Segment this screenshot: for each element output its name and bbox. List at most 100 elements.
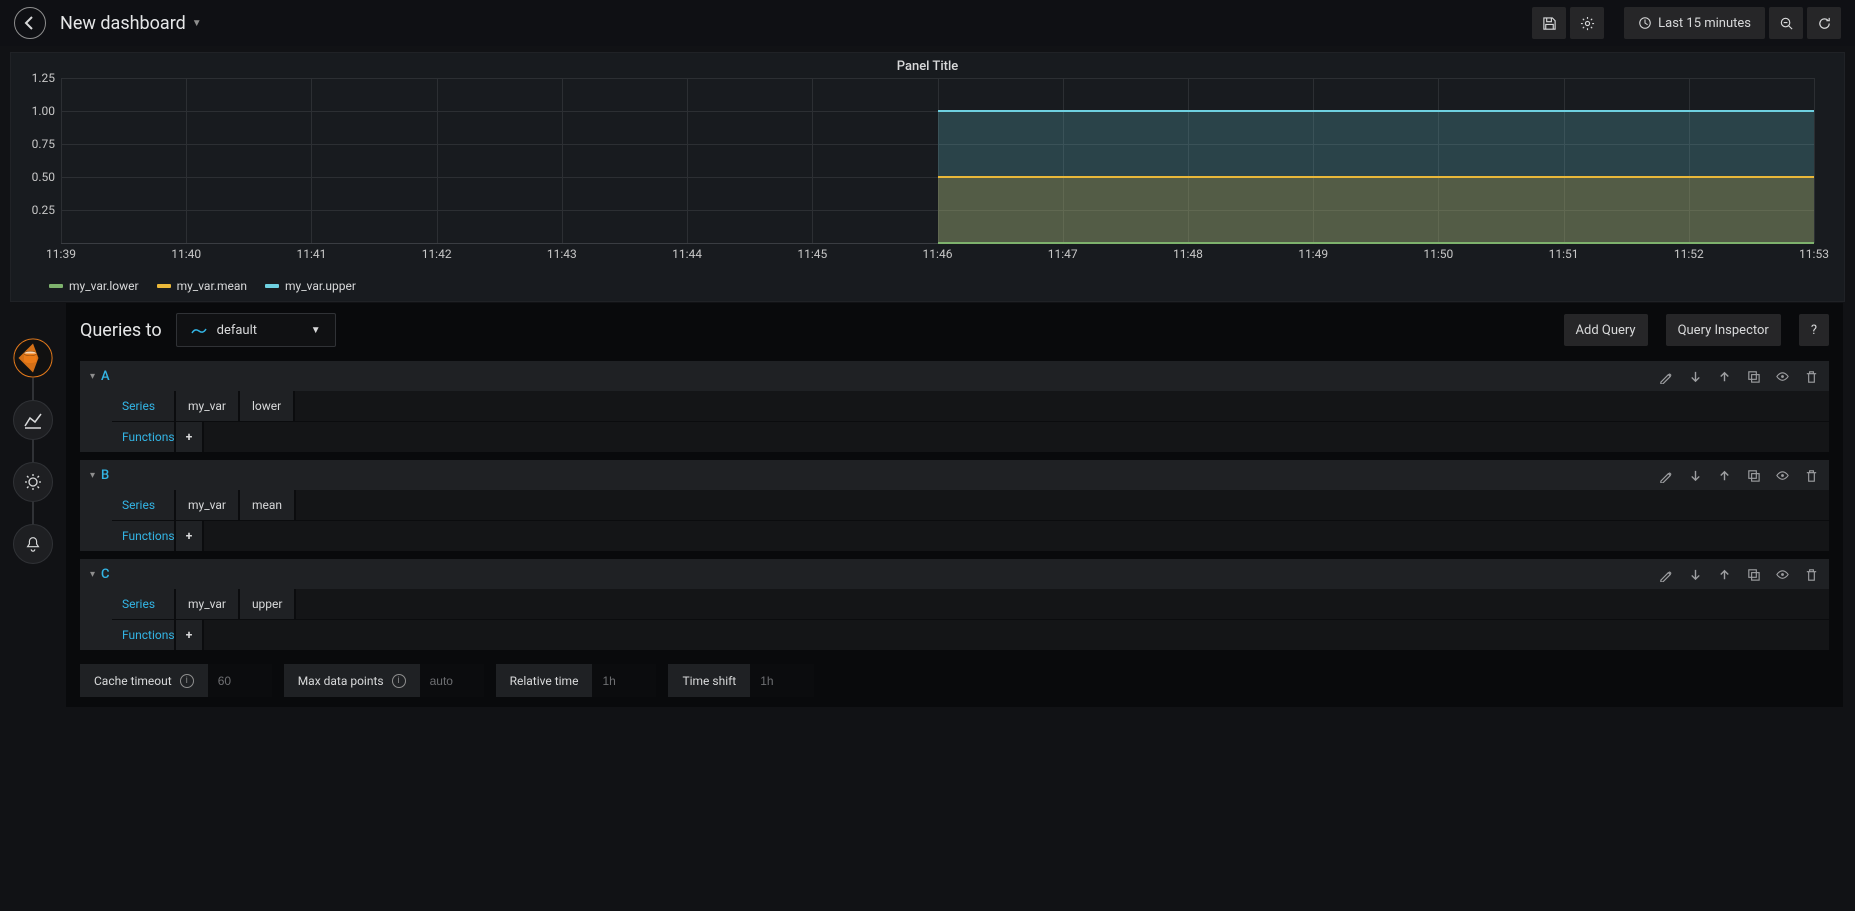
- tab-alert[interactable]: [13, 524, 53, 564]
- add-function-button[interactable]: +: [176, 521, 204, 551]
- remove-icon: [1804, 369, 1819, 384]
- series-segment[interactable]: upper: [240, 589, 297, 619]
- move-up-button[interactable]: [1717, 468, 1732, 483]
- x-axis-tick: 11:53: [1799, 243, 1829, 261]
- add-query-button[interactable]: Add Query: [1564, 314, 1648, 346]
- y-axis-tick: 0.50: [32, 170, 55, 184]
- y-axis-tick: 1.25: [32, 71, 55, 85]
- move-up-button[interactable]: [1717, 369, 1732, 384]
- editor-tabs: [8, 338, 58, 564]
- remove-button[interactable]: [1804, 369, 1819, 384]
- edit-button[interactable]: [1659, 567, 1674, 582]
- edit-icon: [1659, 567, 1674, 582]
- duplicate-button[interactable]: [1746, 369, 1761, 384]
- legend-swatch: [265, 284, 279, 288]
- query-help-button[interactable]: ?: [1799, 314, 1829, 346]
- datasource-picker[interactable]: default ▼: [176, 313, 336, 347]
- series-segment[interactable]: mean: [240, 490, 296, 520]
- time-range-picker[interactable]: Last 15 minutes: [1624, 7, 1765, 39]
- dashboard-title: New dashboard: [60, 13, 186, 34]
- remove-button[interactable]: [1804, 468, 1819, 483]
- series-segment[interactable]: my_var: [176, 490, 240, 520]
- toggle-visibility-button[interactable]: [1775, 567, 1790, 582]
- legend-swatch: [157, 284, 171, 288]
- tab-queries[interactable]: [13, 338, 53, 378]
- chevron-down-icon: ▼: [192, 18, 202, 29]
- move-down-button[interactable]: [1688, 369, 1703, 384]
- series-segment[interactable]: my_var: [176, 391, 240, 421]
- duplicate-icon: [1746, 567, 1761, 582]
- refresh-button[interactable]: [1807, 7, 1841, 39]
- cache-timeout-input[interactable]: [208, 664, 272, 697]
- move-down-button[interactable]: [1688, 468, 1703, 483]
- chart-area[interactable]: 1.251.000.750.500.2511:3911:4011:4111:42…: [11, 78, 1844, 273]
- chart-legend: my_var.lower my_var.mean my_var.upper: [11, 273, 1844, 301]
- chevron-down-icon: ▼: [311, 325, 321, 336]
- edit-button[interactable]: [1659, 468, 1674, 483]
- x-axis-tick: 11:45: [797, 243, 827, 261]
- info-icon[interactable]: i: [392, 674, 406, 688]
- legend-label: my_var.lower: [69, 279, 139, 293]
- time-shift-input[interactable]: [750, 664, 814, 697]
- duplicate-icon: [1746, 468, 1761, 483]
- info-icon[interactable]: i: [180, 674, 194, 688]
- query-inspector-button[interactable]: Query Inspector: [1666, 314, 1781, 346]
- x-axis-tick: 11:46: [923, 243, 953, 261]
- query-row: ▾CSeriesmy_varupperFunctions+: [80, 559, 1829, 650]
- query-ref-id[interactable]: C: [101, 567, 110, 582]
- save-dashboard-button[interactable]: [1532, 7, 1566, 39]
- database-icon: [13, 336, 53, 380]
- navbar: New dashboard ▼ Last 15 minutes: [0, 0, 1855, 46]
- query-ref-id[interactable]: B: [101, 468, 109, 483]
- zoom-out-button[interactable]: [1769, 7, 1803, 39]
- panel-title[interactable]: Panel Title: [11, 53, 1844, 78]
- series-line: [938, 110, 1815, 112]
- series-segment[interactable]: my_var: [176, 589, 240, 619]
- remove-icon: [1804, 567, 1819, 582]
- x-axis-tick: 11:47: [1048, 243, 1078, 261]
- collapse-toggle[interactable]: ▾: [90, 371, 95, 382]
- move-down-button[interactable]: [1688, 567, 1703, 582]
- move-up-icon: [1717, 369, 1732, 384]
- query-ref-id[interactable]: A: [101, 369, 110, 384]
- tab-visualization[interactable]: [13, 400, 53, 440]
- query-row: ▾ASeriesmy_varlowerFunctions+: [80, 361, 1829, 452]
- series-line: [938, 176, 1815, 178]
- x-axis-tick: 11:42: [422, 243, 452, 261]
- datasource-icon: [191, 324, 207, 336]
- move-down-icon: [1688, 369, 1703, 384]
- x-axis-tick: 11:41: [296, 243, 326, 261]
- x-axis-tick: 11:49: [1298, 243, 1328, 261]
- move-up-icon: [1717, 567, 1732, 582]
- edit-button[interactable]: [1659, 369, 1674, 384]
- legend-item[interactable]: my_var.mean: [157, 279, 247, 293]
- duplicate-icon: [1746, 369, 1761, 384]
- bell-icon: [24, 535, 42, 553]
- legend-item[interactable]: my_var.upper: [265, 279, 356, 293]
- add-function-button[interactable]: +: [176, 422, 204, 452]
- back-button[interactable]: [14, 7, 46, 39]
- x-axis-tick: 11:43: [547, 243, 577, 261]
- graph-panel: Panel Title 1.251.000.750.500.2511:3911:…: [10, 52, 1845, 302]
- toggle-visibility-button[interactable]: [1775, 369, 1790, 384]
- collapse-toggle[interactable]: ▾: [90, 569, 95, 580]
- y-axis-tick: 1.00: [32, 104, 55, 118]
- series-segment[interactable]: lower: [240, 391, 295, 421]
- tab-general[interactable]: [13, 462, 53, 502]
- toggle-visibility-button[interactable]: [1775, 468, 1790, 483]
- move-up-button[interactable]: [1717, 567, 1732, 582]
- settings-button[interactable]: [1570, 7, 1604, 39]
- legend-item[interactable]: my_var.lower: [49, 279, 139, 293]
- bug-gear-icon: [23, 472, 43, 492]
- collapse-toggle[interactable]: ▾: [90, 470, 95, 481]
- duplicate-button[interactable]: [1746, 567, 1761, 582]
- max-data-points-input[interactable]: [420, 664, 484, 697]
- add-function-button[interactable]: +: [176, 620, 204, 650]
- dashboard-title-dropdown[interactable]: New dashboard ▼: [60, 13, 202, 34]
- series-keyword: Series: [112, 589, 176, 619]
- x-axis-tick: 11:48: [1173, 243, 1203, 261]
- remove-button[interactable]: [1804, 567, 1819, 582]
- x-axis-tick: 11:39: [46, 243, 76, 261]
- duplicate-button[interactable]: [1746, 468, 1761, 483]
- relative-time-input[interactable]: [592, 664, 656, 697]
